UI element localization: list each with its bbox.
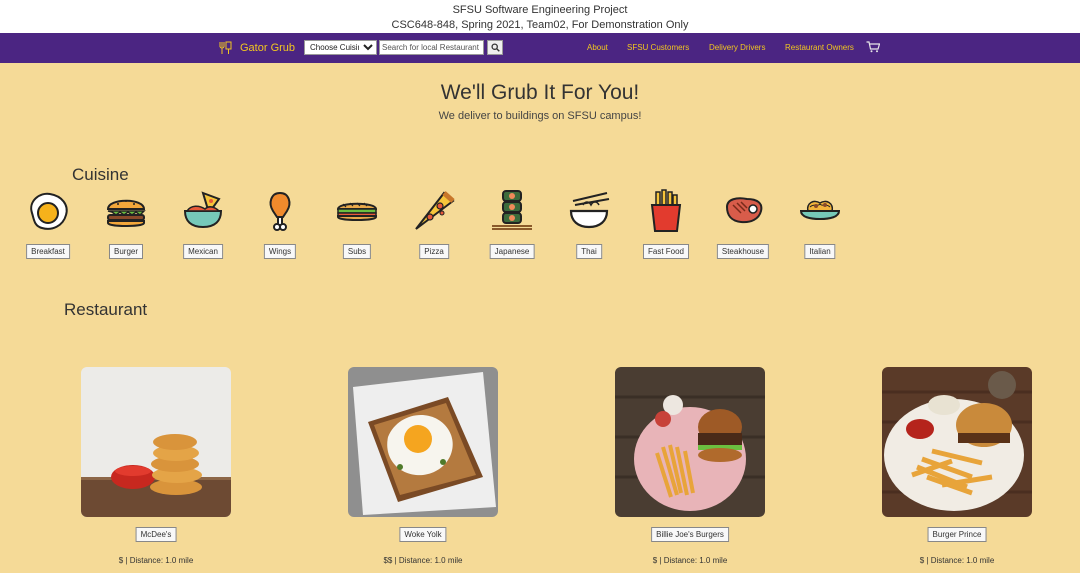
restaurant-button-mcdees[interactable]: McDee's — [135, 527, 177, 542]
banner-line-2: CSC648-848, Spring 2021, Team02, For Dem… — [391, 19, 689, 31]
egg-toast-photo[interactable] — [348, 367, 498, 517]
cuisine-button-wings[interactable]: Wings — [263, 244, 297, 259]
restaurant-meta: $ | Distance: 1.0 mile — [919, 556, 995, 565]
burger-plate-photo[interactable] — [882, 367, 1032, 517]
restaurant-card-billie-joes-burgers: Billie Joe's Burgers $ | Distance: 1.0 m… — [615, 367, 765, 572]
cuisine-select[interactable]: Choose Cuisine — [304, 40, 377, 55]
sub-sandwich-icon[interactable] — [335, 189, 379, 233]
nav-link-restaurant-owners[interactable]: Restaurant Owners — [785, 43, 854, 52]
nav-link-delivery-drivers[interactable]: Delivery Drivers — [709, 43, 765, 52]
search-button[interactable] — [487, 40, 503, 55]
cuisine-button-italian[interactable]: Italian — [804, 244, 836, 259]
navbar: Gator Grub Choose Cuisine About SFSU Cus… — [0, 33, 1080, 63]
chicken-nuggets-photo[interactable] — [81, 367, 231, 517]
brand-link[interactable]: Gator Grub — [218, 39, 295, 57]
noodle-bowl-icon[interactable] — [567, 189, 611, 233]
cuisine-item-pizza: Pizza — [402, 189, 466, 264]
pizza-slice-icon[interactable] — [412, 189, 456, 233]
restaurant-button-billie-joes-burgers[interactable]: Billie Joe's Burgers — [651, 527, 729, 542]
restaurant-section-title: Restaurant — [64, 300, 148, 319]
cuisine-item-thai: Thai — [557, 189, 621, 264]
brand-name: Gator Grub — [240, 42, 296, 54]
nav-link-about[interactable]: About — [587, 43, 608, 52]
cuisine-section-title: Cuisine — [72, 165, 129, 184]
pasta-icon[interactable] — [798, 189, 842, 233]
cuisine-button-mexican[interactable]: Mexican — [183, 244, 223, 259]
cuisine-button-thai[interactable]: Thai — [576, 244, 602, 259]
cart-icon[interactable] — [866, 41, 880, 53]
cuisine-item-japanese: Japanese — [480, 189, 544, 264]
cuisine-button-burger[interactable]: Burger — [108, 244, 144, 259]
nachos-icon[interactable] — [181, 189, 225, 233]
nav-link-sfsu-customers[interactable]: SFSU Customers — [627, 43, 689, 52]
fries-icon[interactable] — [644, 189, 688, 233]
restaurant-meta: $ | Distance: 1.0 mile — [652, 556, 728, 565]
cuisine-item-fast-food: Fast Food — [634, 189, 698, 264]
cuisine-button-japanese[interactable]: Japanese — [489, 244, 535, 259]
steak-icon[interactable] — [721, 189, 765, 233]
restaurant-card-burger-prince: Burger Prince $ | Distance: 1.0 mile — [882, 367, 1032, 572]
restaurant-card-mcdees: McDee's $ | Distance: 1.0 mile — [81, 367, 231, 572]
burger-icon[interactable] — [104, 189, 148, 233]
cuisine-item-subs: Subs — [325, 189, 389, 264]
burger-fries-photo[interactable] — [615, 367, 765, 517]
cuisine-item-burger: Burger — [94, 189, 158, 264]
cuisine-button-subs[interactable]: Subs — [342, 244, 372, 259]
restaurant-button-burger-prince[interactable]: Burger Prince — [927, 527, 987, 542]
drumstick-icon[interactable] — [258, 189, 302, 233]
cuisine-item-wings: Wings — [248, 189, 312, 264]
banner-line-1: SFSU Software Engineering Project — [452, 4, 628, 16]
restaurant-button-woke-yolk[interactable]: Woke Yolk — [399, 527, 447, 542]
hero-subtitle: We deliver to buildings on SFSU campus! — [438, 110, 642, 122]
cuisine-item-italian: Italian — [788, 189, 852, 264]
fried-egg-icon[interactable] — [26, 189, 70, 233]
restaurant-meta: $ | Distance: 1.0 mile — [118, 556, 194, 565]
cuisine-item-steakhouse: Steakhouse — [711, 189, 775, 264]
cuisine-button-pizza[interactable]: Pizza — [419, 244, 449, 259]
restaurant-logo-icon — [219, 41, 232, 54]
restaurant-meta: $$ | Distance: 1.0 mile — [383, 556, 463, 565]
cuisine-item-breakfast: Breakfast — [16, 189, 80, 264]
search-icon — [490, 43, 500, 52]
sushi-icon[interactable] — [490, 189, 534, 233]
project-banner: SFSU Software Engineering Project CSC648… — [0, 0, 1080, 33]
cuisine-button-breakfast[interactable]: Breakfast — [26, 244, 70, 259]
hero-title: We'll Grub It For You! — [440, 81, 640, 104]
search-input[interactable] — [379, 40, 484, 55]
cuisine-button-steakhouse[interactable]: Steakhouse — [716, 244, 770, 259]
cuisine-item-mexican: Mexican — [171, 189, 235, 264]
restaurant-card-woke-yolk: Woke Yolk $$ | Distance: 1.0 mile — [348, 367, 498, 572]
cuisine-button-fast-food[interactable]: Fast Food — [642, 244, 690, 259]
